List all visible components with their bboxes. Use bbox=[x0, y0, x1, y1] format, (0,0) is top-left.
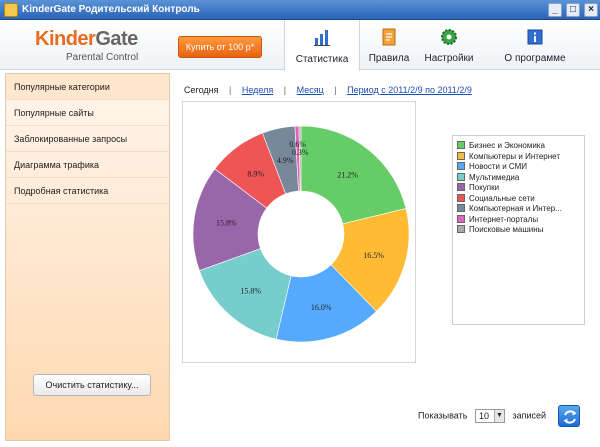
legend-item: Социальные сети bbox=[457, 193, 580, 204]
legend-item: Новости и СМИ bbox=[457, 162, 580, 172]
tab-settings[interactable]: Настройки bbox=[418, 20, 480, 70]
sidebar-item-blocked-requests[interactable]: Заблокированные запросы bbox=[6, 126, 169, 152]
records-count-select[interactable]: 10 ▼ bbox=[474, 409, 505, 423]
slice-label: 0.3% bbox=[292, 148, 309, 157]
tab-label: Статистика bbox=[295, 54, 349, 65]
sidebar-item-popular-categories[interactable]: Популярные категории bbox=[6, 74, 169, 100]
tab-label: О программе bbox=[504, 53, 566, 64]
legend-label: Новости и СМИ bbox=[469, 162, 527, 171]
tab-statistics[interactable]: Статистика bbox=[284, 20, 360, 71]
period-range[interactable]: Период с 2011/2/9 по 2011/2/9 bbox=[347, 85, 472, 95]
legend-label: Компьютерная и Интер... bbox=[469, 204, 562, 213]
legend-label: Интернет-порталы bbox=[469, 214, 539, 224]
title-bar: KinderGate Родительский Контроль _ □ × bbox=[0, 0, 600, 20]
legend-swatch bbox=[457, 193, 465, 202]
tab-label: Правила bbox=[368, 53, 410, 64]
refresh-icon bbox=[563, 410, 577, 424]
slice-label: 4.9% bbox=[277, 156, 294, 165]
slice-label: 21.2% bbox=[337, 171, 358, 180]
slice-label: 16.0% bbox=[311, 303, 332, 312]
main-panel: Сегодня | Неделя | Месяц | Период с 2011… bbox=[170, 73, 595, 441]
period-today[interactable]: Сегодня bbox=[184, 85, 219, 95]
legend-swatch bbox=[457, 204, 465, 212]
pager: Показывать 10 ▼ записей bbox=[418, 409, 546, 423]
sidebar-item-traffic-diagram[interactable]: Диаграмма трафика bbox=[6, 152, 169, 178]
show-label: Показывать bbox=[418, 410, 468, 421]
slice-label: 16.5% bbox=[363, 251, 384, 260]
legend-label: Поисковые машины bbox=[469, 225, 544, 234]
sidebar-item-popular-sites[interactable]: Популярные сайты bbox=[6, 100, 169, 126]
legend-label: Мультимедиа bbox=[469, 172, 520, 182]
period-month[interactable]: Месяц bbox=[297, 85, 324, 95]
legend-item: Интернет-порталы bbox=[457, 214, 580, 225]
legend-label: Компьютеры и Интернет bbox=[469, 151, 560, 161]
tab-about[interactable]: О программе bbox=[480, 20, 590, 70]
bar-chart-icon bbox=[314, 30, 330, 46]
document-icon bbox=[382, 28, 396, 46]
records-label: записей bbox=[512, 410, 547, 421]
tab-rules[interactable]: Правила bbox=[360, 20, 418, 70]
app-icon bbox=[4, 3, 18, 17]
donut-chart: 21.2%16.5%16.0%15.8%15.8%8.9%4.9%0.6%0.3… bbox=[192, 125, 410, 343]
sidebar-item-detailed-stats[interactable]: Подробная статистика bbox=[6, 178, 169, 204]
slice-label: 8.9% bbox=[247, 170, 264, 179]
info-icon bbox=[527, 29, 543, 45]
period-selector: Сегодня | Неделя | Месяц | Период с 2011… bbox=[184, 85, 472, 95]
minimize-button[interactable]: _ bbox=[548, 3, 562, 17]
app-header: KinderGate Parental Control Купить от 10… bbox=[0, 20, 600, 71]
legend-item: Компьютерная и Интер... bbox=[457, 204, 580, 214]
legend-swatch bbox=[457, 183, 465, 191]
period-week[interactable]: Неделя bbox=[242, 85, 273, 95]
logo-subtitle: Parental Control bbox=[66, 52, 139, 63]
legend-swatch bbox=[457, 162, 465, 170]
legend-label: Бизнес и Экономика bbox=[469, 141, 545, 150]
period-separator: | bbox=[229, 85, 232, 95]
legend-item: Мультимедиа bbox=[457, 172, 580, 183]
legend-item: Компьютеры и Интернет bbox=[457, 151, 580, 162]
period-separator: | bbox=[283, 85, 287, 95]
legend-swatch bbox=[457, 151, 465, 160]
legend-swatch bbox=[457, 225, 465, 233]
legend-label: Социальные сети bbox=[469, 193, 535, 203]
legend-swatch bbox=[457, 172, 465, 181]
legend-item: Поисковые машины bbox=[457, 225, 580, 235]
buy-button[interactable]: Купить от 100 р* bbox=[178, 36, 262, 58]
maximize-button[interactable]: □ bbox=[566, 3, 580, 17]
window-title: KinderGate Родительский Контроль bbox=[22, 4, 200, 15]
gear-icon bbox=[441, 29, 457, 45]
legend-swatch bbox=[457, 214, 465, 223]
refresh-button[interactable] bbox=[558, 405, 580, 427]
logo: KinderGate bbox=[35, 28, 138, 50]
legend-swatch bbox=[457, 141, 465, 149]
chevron-down-icon: ▼ bbox=[493, 410, 504, 422]
chart-container: 21.2% 16.5% 16.0% 15.8% 15.8% 8.9% 4.9% 0.6% 0.3… bbox=[182, 101, 416, 363]
sidebar: Популярные категории Популярные сайты За… bbox=[5, 73, 170, 441]
legend-label: Покупки bbox=[469, 183, 500, 192]
clear-statistics-button[interactable]: Очистить статистику... bbox=[33, 374, 151, 396]
legend-item: Покупки bbox=[457, 183, 580, 193]
slice-label: 15.8% bbox=[240, 286, 261, 295]
close-button[interactable]: × bbox=[584, 3, 598, 17]
legend-item: Бизнес и Экономика bbox=[457, 141, 580, 151]
chart-legend: Бизнес и Экономика Компьютеры и Интернет Н… bbox=[452, 135, 585, 325]
tab-label: Настройки bbox=[424, 53, 474, 64]
slice-label: 15.8% bbox=[216, 219, 237, 228]
period-separator: | bbox=[334, 85, 337, 95]
